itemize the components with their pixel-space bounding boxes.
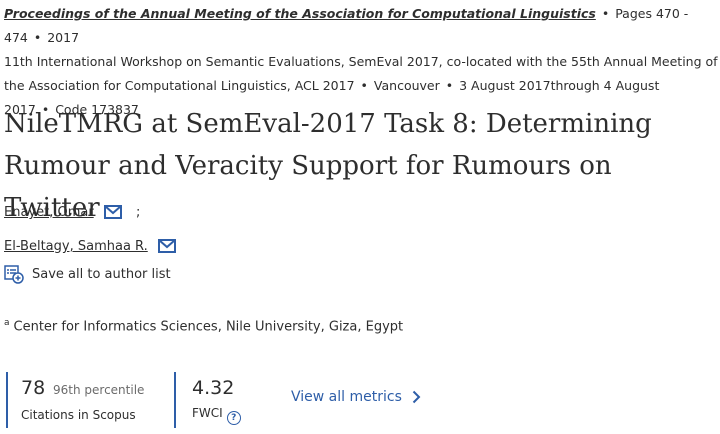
author-entry: El-Beltagy, Samhaa R. <box>4 239 176 257</box>
separator-dot: • <box>360 78 368 93</box>
year: 2017 <box>47 30 80 45</box>
email-icon[interactable] <box>103 205 122 223</box>
citations-count: 78 <box>21 377 46 399</box>
fwci-value: 4.32 <box>192 377 235 399</box>
author-name-link[interactable]: Enayet, Omar <box>4 205 94 220</box>
citations-label: Citations in Scopus <box>21 408 136 422</box>
chevron-right-icon <box>412 390 421 404</box>
separator-dot: • <box>601 6 610 21</box>
affiliation: a Center for Informatics Sciences, Nile U… <box>4 318 403 334</box>
separator-dot: • <box>445 78 454 93</box>
fwci-label: FWCI <box>192 406 223 420</box>
location: Vancouver <box>373 78 440 93</box>
add-to-list-icon <box>4 264 24 284</box>
save-label: Save all to author list <box>32 266 171 282</box>
email-icon[interactable] <box>157 239 176 257</box>
view-all-metrics-label: View all metrics <box>291 389 402 405</box>
save-to-author-list-button[interactable]: Save all to author list <box>4 264 171 284</box>
separator-dot: • <box>33 30 42 45</box>
fwci-label-group: FWCI? <box>192 406 241 425</box>
author-separator: ; <box>135 205 141 220</box>
author-name-link[interactable]: El-Beltagy, Samhaa R. <box>4 239 148 254</box>
view-all-metrics-link[interactable]: View all metrics <box>291 389 421 405</box>
metric-divider <box>6 372 8 428</box>
help-icon[interactable]: ? <box>226 411 241 425</box>
author-entry: Enayet, Omar ; <box>4 205 140 223</box>
metric-divider <box>174 372 176 428</box>
affiliation-marker: a <box>4 318 10 328</box>
affiliation-text: Center for Informatics Sciences, Nile Un… <box>13 319 404 335</box>
citations-percentile: 96th percentile <box>53 383 145 397</box>
journal-link[interactable]: Proceedings of the Annual Meeting of the… <box>4 6 596 21</box>
